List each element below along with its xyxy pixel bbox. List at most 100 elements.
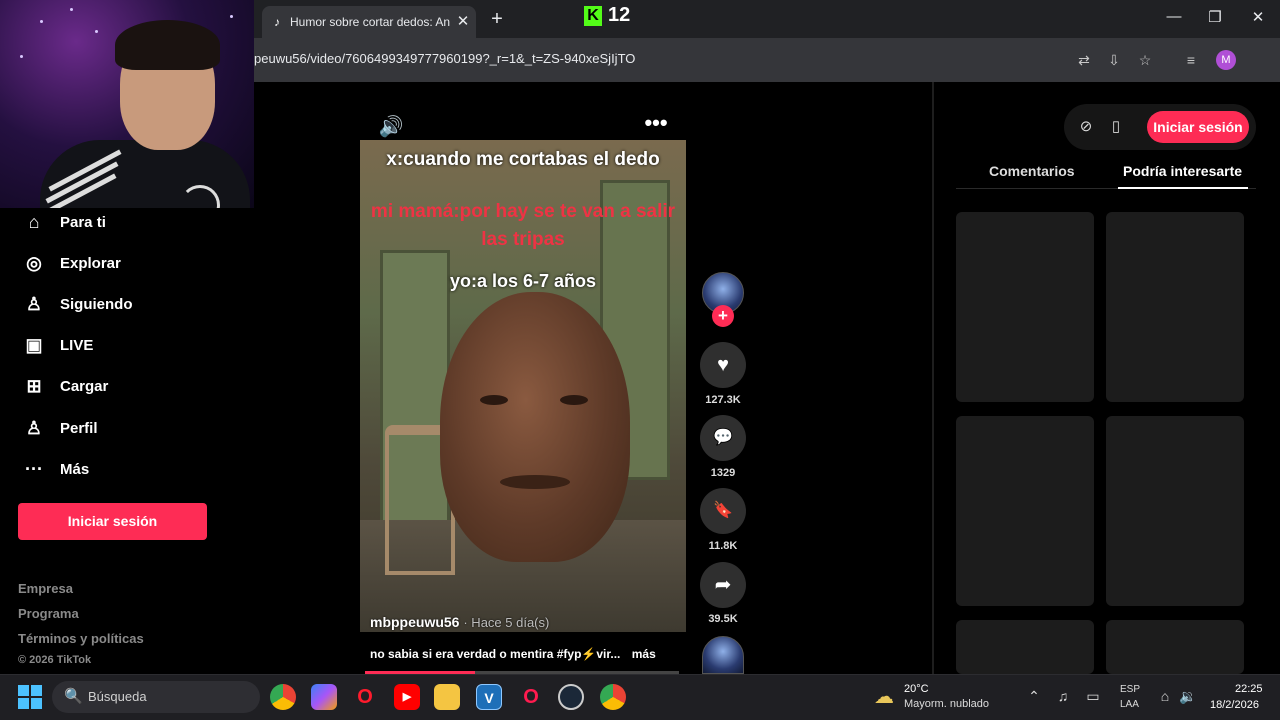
copilot-icon[interactable]	[311, 684, 337, 710]
maximize-button[interactable]: ❐	[1203, 8, 1227, 30]
file-explorer-icon[interactable]	[434, 684, 460, 710]
media-controls-icon[interactable]: ≡	[1181, 50, 1201, 70]
like-count: 127.3K	[705, 394, 741, 406]
copyright-text: © 2026 TikTok	[18, 654, 92, 666]
weather-description: Mayorm. nublado	[904, 698, 989, 710]
active-tab-indicator	[1118, 187, 1248, 189]
microphone-icon[interactable]: ♫	[1053, 688, 1073, 704]
background-star	[230, 15, 233, 18]
sidebar-item-perfil[interactable]: ♙ Perfil	[22, 414, 98, 442]
taskbar-search[interactable]: 🔍 Búsqueda	[52, 681, 260, 713]
background-star	[95, 30, 98, 33]
tab-title: Humor sobre cortar dedos: Ané	[290, 15, 450, 29]
next-video-avatar[interactable]	[702, 636, 744, 674]
share-count: 39.5K	[708, 613, 738, 625]
share-button[interactable]: ➦	[700, 562, 746, 608]
weather-temperature: 20°C	[904, 683, 929, 695]
video-face-eye	[480, 395, 508, 405]
clock-time[interactable]: 22:25	[1235, 683, 1263, 695]
footer-link-programa[interactable]: Programa	[18, 606, 79, 621]
browser-tab-active[interactable]: ♪ Humor sobre cortar dedos: Ané ✕	[262, 6, 476, 38]
suggested-video-card[interactable]	[956, 212, 1094, 402]
kick-viewer-overlay: K 12	[584, 4, 630, 27]
sidebar-item-label: Siguiendo	[60, 295, 133, 313]
comment-count: 1329	[710, 467, 736, 479]
input-layout[interactable]: LAA	[1120, 699, 1139, 710]
keyboard-icon[interactable]: ▭	[1083, 688, 1103, 705]
streamer-hair	[115, 20, 220, 70]
volume-icon[interactable]: 🔊	[378, 114, 404, 139]
translate-icon[interactable]: ⇄	[1074, 50, 1094, 70]
sidebar-item-label: Explorar	[60, 254, 121, 272]
more-dots-icon: ···	[25, 459, 43, 479]
save-button[interactable]: 🔖	[700, 488, 746, 534]
mobile-device-icon[interactable]: ▯	[1105, 116, 1127, 138]
new-tab-button[interactable]: +	[486, 8, 508, 31]
header-login-button[interactable]: Iniciar sesión	[1147, 111, 1249, 143]
install-app-icon[interactable]: ⇩	[1104, 50, 1124, 70]
weather-cloud-icon[interactable]: ☁	[874, 684, 894, 709]
video-description: no sabia si era verdad o mentira #fyp⚡vi…	[370, 647, 680, 661]
youtube-icon[interactable]: ▶	[394, 684, 420, 710]
search-placeholder: Búsqueda	[88, 689, 147, 704]
comment-button[interactable]: 💬	[700, 415, 746, 461]
footer-link-terminos[interactable]: Términos y políticas	[18, 631, 144, 646]
close-window-button[interactable]: ✕	[1246, 8, 1270, 30]
video-author-name[interactable]: mbppeuwu56	[370, 614, 459, 630]
kick-logo-icon: K	[584, 5, 602, 26]
video-author-info[interactable]: mbppeuwu56 · Hace 5 día(s)	[370, 614, 549, 630]
background-star	[20, 55, 23, 58]
sidebar-item-siguiendo[interactable]: ♙ Siguiendo	[22, 290, 133, 318]
sidebar-item-explorar[interactable]: ◎ Explorar	[22, 249, 121, 277]
footer-link-empresa[interactable]: Empresa	[18, 581, 73, 596]
chrome-profile-icon[interactable]	[600, 684, 626, 710]
suggested-video-card[interactable]	[956, 416, 1094, 606]
input-language[interactable]: ESP	[1120, 684, 1140, 695]
url-field[interactable]: peuwu56/video/7606499349777960199?_r=1&_…	[254, 51, 635, 66]
chrome-icon[interactable]	[270, 684, 296, 710]
clock-date[interactable]: 18/2/2026	[1210, 699, 1259, 711]
sidebar-item-live[interactable]: ▣ LIVE	[22, 331, 93, 359]
video-more-options-icon[interactable]: •••	[642, 110, 670, 136]
sidebar-item-label: Cargar	[60, 377, 109, 395]
sidebar-item-label: Más	[60, 460, 90, 478]
volume-tray-icon[interactable]: 🔉	[1178, 688, 1198, 705]
upload-plus-icon: ⊞	[26, 376, 42, 396]
minimize-button[interactable]: —	[1162, 8, 1186, 30]
video-face-eye	[560, 395, 588, 405]
visual-studio-icon[interactable]: V	[476, 684, 502, 710]
opera-gx-icon[interactable]: O	[518, 684, 544, 710]
bookmark-star-icon[interactable]: ☆	[1135, 50, 1155, 70]
opera-icon[interactable]: O	[352, 684, 378, 710]
follow-plus-icon[interactable]: +	[712, 305, 734, 327]
tab-close-icon[interactable]: ✕	[455, 12, 471, 30]
profile-avatar[interactable]: M	[1216, 50, 1236, 70]
suggested-video-card[interactable]	[1106, 212, 1244, 402]
video-description-text: no sabia si era verdad o mentira #fyp⚡vi…	[370, 647, 621, 661]
video-caption-line-3: yo:a los 6-7 años	[449, 271, 597, 291]
like-button[interactable]: ♥	[700, 342, 746, 388]
windows-start-icon[interactable]	[18, 685, 42, 709]
tray-chevron-up-icon[interactable]: ⌃	[1024, 688, 1044, 705]
live-tv-icon: ▣	[25, 335, 43, 355]
coin-icon[interactable]: ⊘	[1075, 116, 1097, 138]
search-icon: 🔍	[64, 688, 83, 705]
suggested-video-card[interactable]	[956, 620, 1094, 674]
home-icon: ⌂	[28, 212, 40, 232]
suggested-video-card[interactable]	[1106, 416, 1244, 606]
network-icon[interactable]: ⌂	[1155, 688, 1175, 704]
save-count: 11.8K	[708, 540, 738, 552]
suggested-video-card[interactable]	[1106, 620, 1244, 674]
video-description-more-button[interactable]: más	[632, 647, 656, 661]
steam-icon[interactable]	[558, 684, 584, 710]
tab-comentarios[interactable]: Comentarios	[989, 163, 1075, 179]
tab-podria-interesarte[interactable]: Podría interesarte	[1123, 163, 1242, 179]
kick-viewer-count: 12	[608, 4, 631, 26]
sidebar-item-para-ti[interactable]: ⌂ Para ti	[22, 208, 106, 236]
sidebar-login-button[interactable]: Iniciar sesión	[18, 503, 207, 540]
video-face-mouth	[500, 475, 570, 489]
video-caption-line-2: mi mamá:por hay se te van a salir las tr…	[370, 201, 676, 250]
sidebar-item-mas[interactable]: ··· Más	[22, 455, 89, 483]
sidebar-item-label: LIVE	[60, 336, 94, 354]
sidebar-item-cargar[interactable]: ⊞ Cargar	[22, 372, 108, 400]
